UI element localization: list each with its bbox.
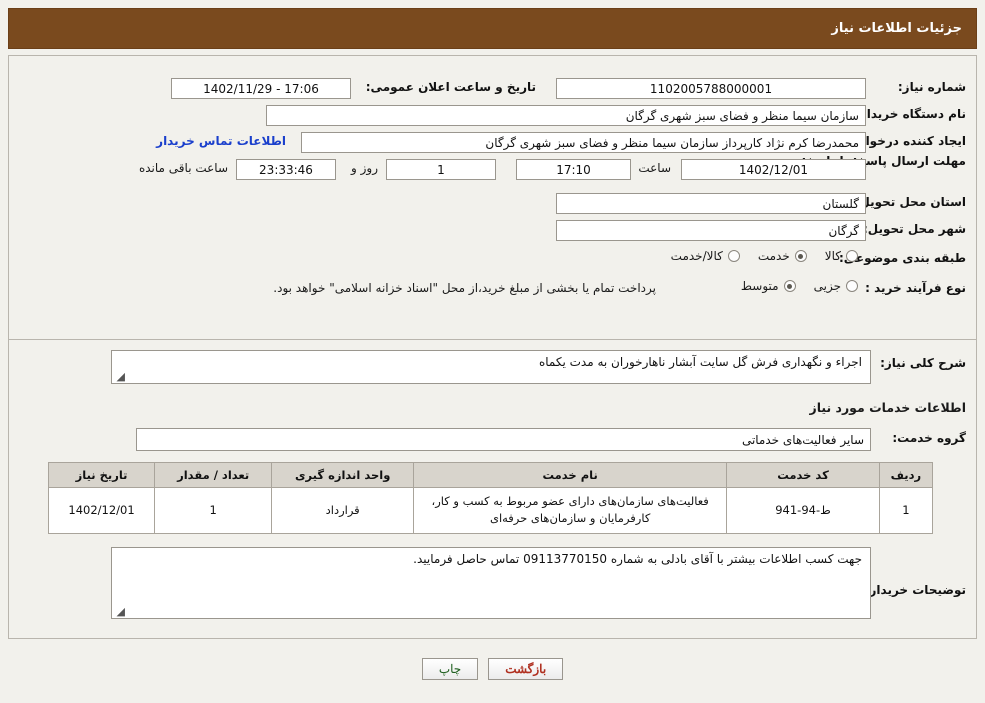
process-option-jozi[interactable]: جزیی: [814, 279, 858, 293]
days-left-label: روز و: [351, 161, 378, 175]
time-left-value: 23:33:46: [236, 159, 336, 180]
cell-index: 1: [878, 487, 934, 534]
need-detail-section: شرح کلی نیاز: اجراء و نگهداری فرش گل سای…: [9, 340, 976, 638]
category-option-label: خدمت: [757, 249, 790, 263]
radio-icon[interactable]: [794, 250, 807, 262]
category-label: طبقه بندی موضوعی:: [838, 251, 966, 265]
col-qty: تعداد / مقدار: [154, 462, 273, 488]
process-radio-group: جزیی متوسط: [723, 279, 858, 293]
service-group-value: سایر فعالیت‌های خدماتی: [136, 428, 871, 451]
table-row: 1 ط-94-941 فعالیت‌های سازمان‌های دارای ع…: [47, 487, 934, 534]
buyer-org-label: نام دستگاه خریدار:: [855, 107, 966, 121]
overview-label: شرح کلی نیاز:: [880, 356, 966, 370]
overview-textarea[interactable]: اجراء و نگهداری فرش گل سایت آبشار ناهارخ…: [111, 350, 871, 384]
category-option-label: کالا/خدمت: [670, 249, 723, 263]
process-label: نوع فرآیند خرید :: [865, 281, 966, 295]
buyer-org-value: سازمان سیما منظر و فضای سبز شهری گرگان: [266, 105, 866, 126]
need-number-label: شماره نیاز:: [897, 80, 966, 94]
services-section-title: اطلاعات خدمات مورد نیاز: [809, 400, 967, 415]
need-number-row: شماره نیاز:: [898, 80, 966, 94]
cell-unit: قرارداد: [271, 487, 415, 534]
announce-datetime-value: 17:06 - 1402/11/29: [171, 78, 351, 99]
category-option-label: کالا: [824, 249, 841, 263]
page-header: جزئیات اطلاعات نیاز: [8, 8, 977, 49]
col-code: کد خدمت: [726, 462, 880, 488]
announce-datetime-label: تاریخ و ساعت اعلان عمومی:: [365, 80, 536, 94]
deadline-hour: 17:10: [516, 159, 631, 180]
process-row: نوع فرآیند خرید :: [865, 281, 966, 295]
process-option-motavaset[interactable]: متوسط: [741, 279, 796, 293]
category-row: طبقه بندی موضوعی:: [839, 251, 966, 265]
province-value: گلستان: [556, 193, 866, 214]
resize-grip-icon[interactable]: ◢: [115, 371, 125, 382]
process-option-label: جزیی: [813, 279, 841, 293]
table-header-row: ردیف کد خدمت نام خدمت واحد اندازه گیری ت…: [47, 462, 934, 488]
city-row: شهر محل تحویل:: [863, 222, 966, 236]
city-value: گرگان: [556, 220, 866, 241]
cell-code: ط-94-941: [726, 487, 880, 534]
overview-text: اجراء و نگهداری فرش گل سایت آبشار ناهارخ…: [538, 355, 862, 369]
deadline-hour-label: ساعت: [638, 161, 671, 175]
page-title: جزئیات اطلاعات نیاز: [831, 21, 962, 36]
days-left-value: 1: [386, 159, 496, 180]
requester-value: محمدرضا کرم نژاد کارپرداز سازمان سیما من…: [301, 132, 866, 153]
need-info-section: شماره نیاز: 1102005788000001 تاریخ و ساع…: [9, 56, 976, 340]
province-label: استان محل تحویل:: [854, 195, 966, 209]
radio-icon[interactable]: [727, 250, 740, 262]
print-button[interactable]: چاپ: [421, 658, 479, 680]
cell-date: 1402/12/01: [47, 487, 156, 534]
footer-actions: بازگشت چاپ: [0, 658, 985, 680]
buyer-notes-label: توضیحات خریدار:: [864, 583, 966, 597]
deadline-date: 1402/12/01: [681, 159, 866, 180]
province-row: استان محل تحویل:: [855, 195, 966, 209]
page-root: AriaTender.net جزئیات اطلاعات نیاز شماره…: [0, 0, 985, 703]
process-note: پرداخت تمام یا بخشی از مبلغ خرید،از محل …: [273, 281, 656, 295]
back-button[interactable]: بازگشت: [488, 658, 564, 680]
service-group-label: گروه خدمت:: [892, 431, 966, 445]
buyer-notes-textarea[interactable]: جهت کسب اطلاعات بیشتر با آقای بادلی به ش…: [111, 547, 871, 619]
radio-icon[interactable]: [783, 280, 796, 292]
need-number-value: 1102005788000001: [556, 78, 866, 99]
time-left-label: ساعت باقی مانده: [138, 161, 228, 175]
process-option-label: متوسط: [740, 279, 779, 293]
city-label: شهر محل تحویل:: [862, 222, 966, 236]
details-panel: شماره نیاز: 1102005788000001 تاریخ و ساع…: [8, 55, 977, 639]
col-index: ردیف: [878, 462, 934, 488]
cell-name: فعالیت‌های سازمان‌های دارای عضو مربوط به…: [413, 487, 728, 534]
radio-icon[interactable]: [846, 250, 858, 262]
announce-datetime-row: تاریخ و ساعت اعلان عمومی:: [366, 80, 536, 94]
cell-qty: 1: [154, 487, 273, 534]
col-name: نام خدمت: [413, 462, 728, 488]
resize-grip-icon[interactable]: ◢: [115, 606, 125, 617]
category-radio-group: کالا خدمت کالا/خدمت: [653, 249, 858, 263]
category-option-kala-khedmat[interactable]: کالا/خدمت: [671, 249, 740, 263]
category-option-khedmat[interactable]: خدمت: [758, 249, 807, 263]
buyer-org-row: نام دستگاه خریدار:: [855, 107, 966, 121]
radio-icon[interactable]: [846, 280, 858, 292]
category-option-kala[interactable]: کالا: [825, 249, 858, 263]
buyer-notes-text: جهت کسب اطلاعات بیشتر با آقای بادلی به ش…: [413, 552, 862, 566]
col-unit: واحد اندازه گیری: [271, 462, 415, 488]
services-table: ردیف کد خدمت نام خدمت واحد اندازه گیری ت…: [47, 462, 934, 534]
buyer-contact-link[interactable]: اطلاعات تماس خریدار: [156, 134, 286, 148]
col-date: تاریخ نیاز: [47, 462, 156, 488]
